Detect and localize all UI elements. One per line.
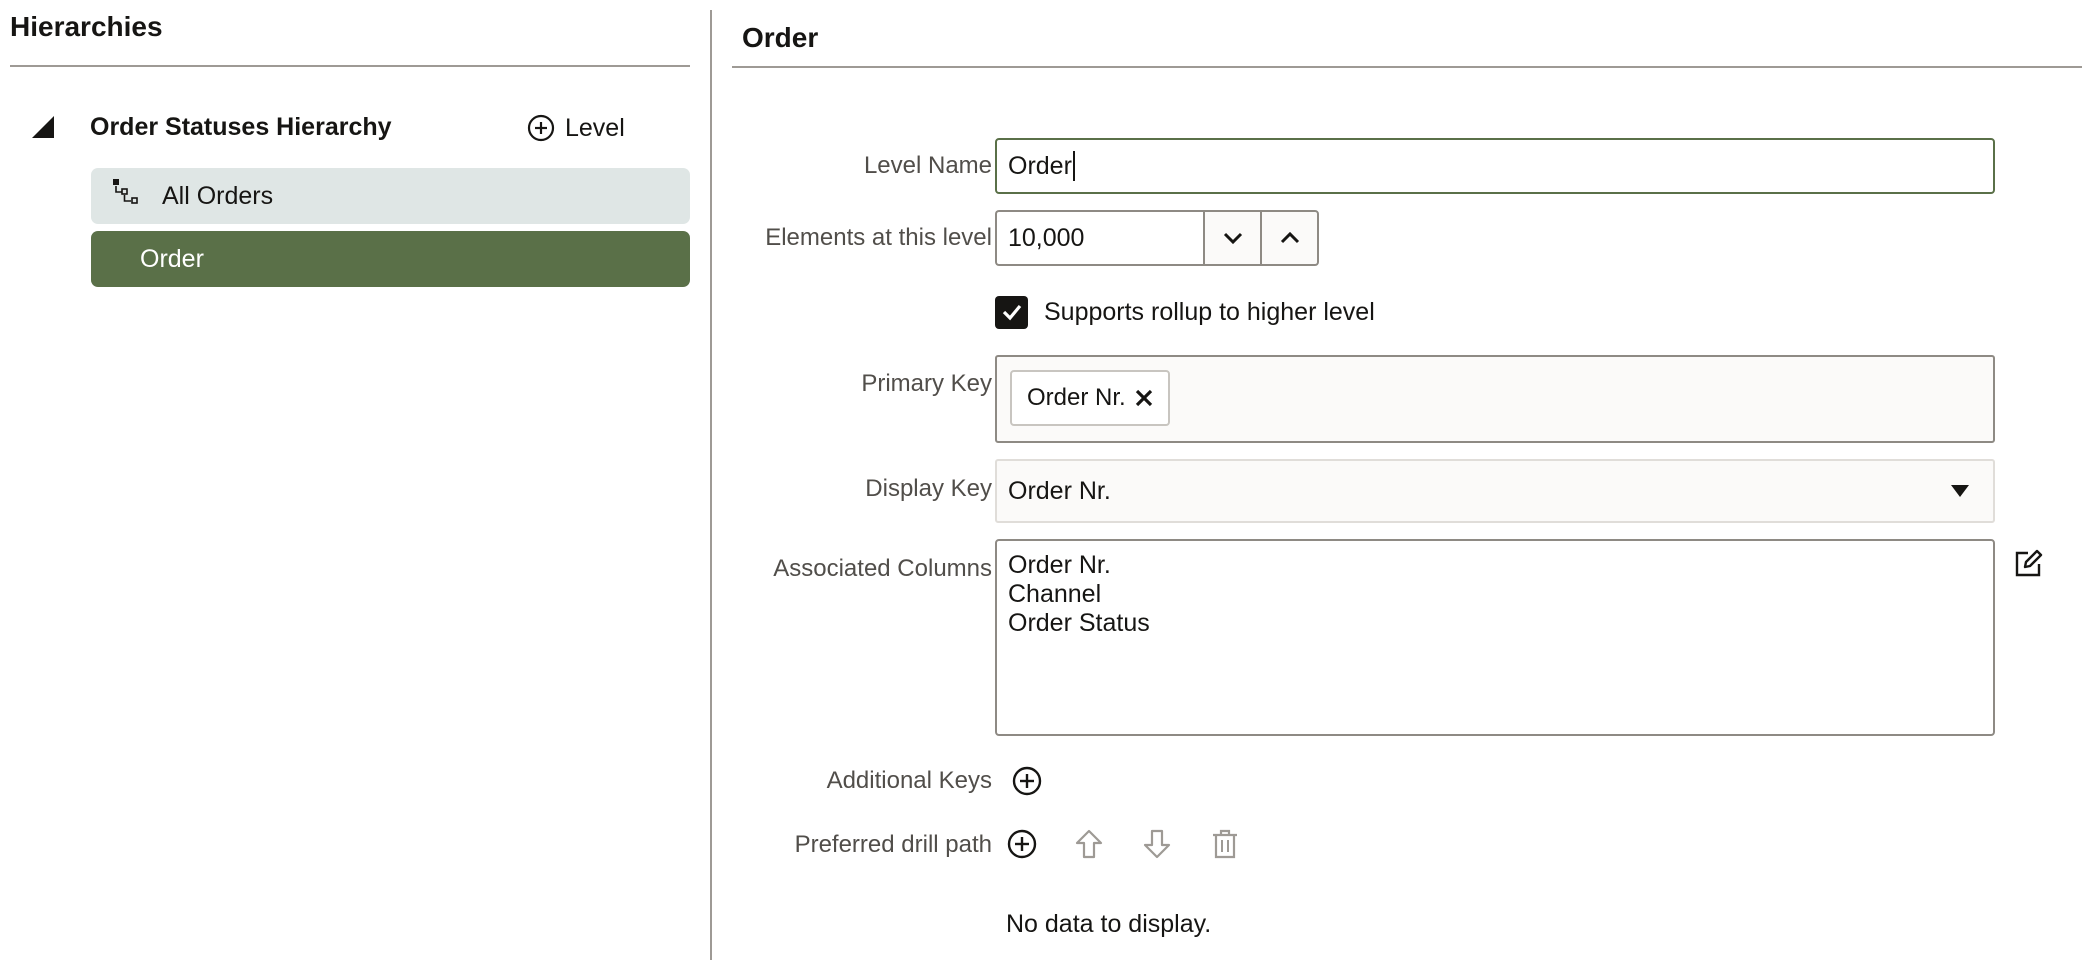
tree-item-label: All Orders	[162, 181, 274, 210]
edit-icon[interactable]	[2012, 548, 2044, 580]
empty-message: No data to display.	[1006, 910, 1212, 938]
primary-key-field[interactable]: Order Nr.	[995, 355, 1995, 443]
checkmark-icon	[1002, 304, 1021, 321]
plus-circle-icon[interactable]	[1010, 764, 1044, 798]
chevron-up-icon	[1280, 231, 1299, 244]
checkbox-checked	[995, 295, 1028, 329]
associated-columns-textarea[interactable]: Order Nr. Channel Order Status	[995, 539, 1995, 736]
caret-down-icon	[1949, 483, 1971, 499]
tree-item-all-orders[interactable]: All Orders	[91, 168, 690, 224]
column-item: Order Status	[1008, 609, 1150, 637]
arrow-down-icon[interactable]	[1140, 827, 1174, 861]
add-level-label: Level	[565, 113, 625, 142]
panel-title: Hierarchies	[10, 11, 163, 42]
associated-columns-label: Associated Columns	[773, 555, 992, 582]
divider	[732, 66, 2082, 68]
trash-icon[interactable]	[1208, 827, 1242, 861]
chevron-down-icon	[1223, 232, 1242, 245]
hierarchy-node-icon	[109, 176, 145, 210]
column-item: Order Nr.	[1008, 551, 1111, 579]
elements-stepper: 10,000	[995, 210, 1319, 266]
elements-label: Elements at this level	[765, 224, 992, 251]
collapse-triangle-icon[interactable]	[30, 114, 56, 140]
display-key-value: Order Nr.	[1008, 476, 1111, 505]
increment-button[interactable]	[1261, 210, 1319, 266]
plus-circle-icon	[527, 114, 555, 142]
primary-key-chip: Order Nr.	[1010, 370, 1170, 426]
hierarchies-panel: Hierarchies Order Statuses Hierarchy Lev…	[0, 0, 711, 960]
level-form: Order Level Name Order Elements at this …	[712, 0, 2082, 960]
chip-label: Order Nr.	[1027, 384, 1126, 411]
elements-input[interactable]: 10,000	[995, 210, 1203, 266]
supports-rollup-label: Supports rollup to higher level	[1044, 297, 1375, 326]
display-key-select[interactable]: Order Nr.	[995, 459, 1995, 523]
page-title: Order	[742, 22, 819, 53]
level-name-label: Level Name	[863, 152, 992, 179]
additional-keys-label: Additional Keys	[826, 767, 992, 794]
primary-key-label: Primary Key	[861, 370, 992, 397]
display-key-label: Display Key	[865, 475, 992, 502]
column-item: Channel	[1008, 580, 1102, 608]
add-level-button[interactable]: Level	[527, 112, 625, 144]
decrement-button[interactable]	[1203, 210, 1261, 266]
tree-item-label: Order	[140, 244, 204, 273]
text-caret	[1072, 151, 1075, 181]
drill-path-label: Preferred drill path	[794, 831, 992, 858]
level-name-input[interactable]: Order	[995, 138, 1995, 194]
plus-circle-icon[interactable]	[1005, 827, 1039, 861]
supports-rollup-checkbox[interactable]: Supports rollup to higher level	[995, 295, 1375, 329]
divider	[10, 65, 690, 67]
hierarchy-name: Order Statuses Hierarchy	[90, 113, 392, 141]
arrow-up-icon[interactable]	[1072, 827, 1106, 861]
close-icon[interactable]	[1132, 386, 1156, 410]
tree-item-order[interactable]: Order	[91, 231, 690, 287]
level-name-value: Order	[1008, 151, 1072, 180]
